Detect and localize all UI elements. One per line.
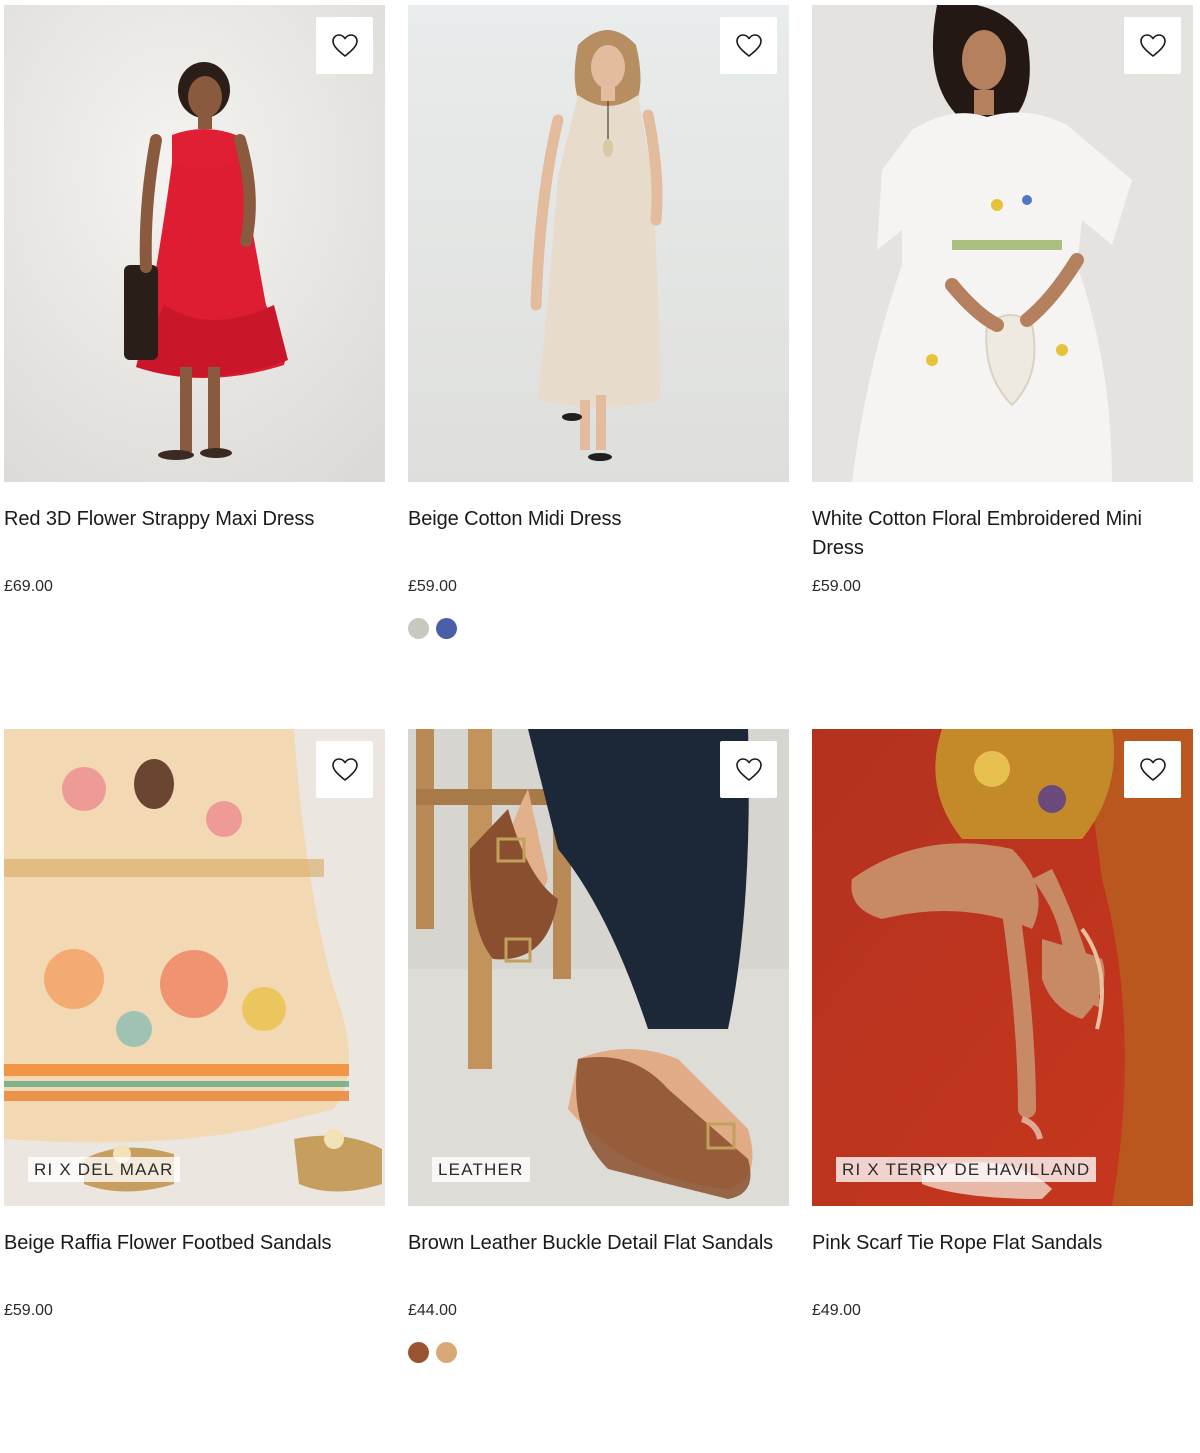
- product-title[interactable]: Beige Cotton Midi Dress: [408, 505, 789, 563]
- color-swatches: [4, 1342, 385, 1363]
- wishlist-button[interactable]: [1124, 17, 1181, 74]
- product-image[interactable]: [4, 5, 385, 482]
- color-swatches: [812, 1342, 1193, 1363]
- heart-icon: [735, 757, 762, 781]
- product-price: £69.00: [4, 578, 53, 595]
- heart-icon: [735, 33, 762, 57]
- color-swatch[interactable]: [408, 618, 429, 639]
- color-swatches: [408, 1342, 789, 1363]
- color-swatches: [408, 618, 789, 639]
- product-image[interactable]: LEATHER: [408, 729, 789, 1206]
- wishlist-button[interactable]: [316, 17, 373, 74]
- product-card[interactable]: Beige Cotton Midi Dress £59.00: [408, 5, 789, 729]
- product-badge: RI X DEL MAAR: [28, 1157, 180, 1182]
- product-title[interactable]: Pink Scarf Tie Rope Flat Sandals: [812, 1229, 1193, 1287]
- raffia-sandals-photo: [4, 729, 385, 1206]
- scarf-sandals-photo: [812, 729, 1193, 1206]
- beige-dress-photo: [408, 5, 789, 482]
- product-badge: RI X TERRY DE HAVILLAND: [836, 1157, 1097, 1182]
- product-image[interactable]: [408, 5, 789, 482]
- product-image[interactable]: RI X DEL MAAR: [4, 729, 385, 1206]
- product-price: £49.00: [812, 1302, 861, 1319]
- wishlist-button[interactable]: [316, 741, 373, 798]
- product-price: £44.00: [408, 1302, 457, 1319]
- red-dress-photo: [4, 5, 385, 482]
- product-title[interactable]: Brown Leather Buckle Detail Flat Sandals: [408, 1229, 789, 1287]
- color-swatch[interactable]: [408, 1342, 429, 1363]
- product-card[interactable]: Red 3D Flower Strappy Maxi Dress £69.00: [4, 5, 385, 729]
- product-price: £59.00: [4, 1302, 53, 1319]
- color-swatch[interactable]: [436, 618, 457, 639]
- product-badge: LEATHER: [432, 1157, 530, 1182]
- product-price: £59.00: [408, 578, 457, 595]
- wishlist-button[interactable]: [720, 17, 777, 74]
- wishlist-button[interactable]: [720, 741, 777, 798]
- product-grid: Red 3D Flower Strappy Maxi Dress £69.00: [4, 5, 1193, 1453]
- product-card[interactable]: White Cotton Floral Embroidered Mini Dre…: [812, 5, 1193, 729]
- product-image[interactable]: RI X TERRY DE HAVILLAND: [812, 729, 1193, 1206]
- wishlist-button[interactable]: [1124, 741, 1181, 798]
- product-card[interactable]: RI X DEL MAAR Beige Raffia Flower Footbe…: [4, 729, 385, 1453]
- product-title[interactable]: Red 3D Flower Strappy Maxi Dress: [4, 505, 385, 563]
- white-dress-photo: [812, 5, 1193, 482]
- color-swatches: [4, 618, 385, 639]
- product-title[interactable]: Beige Raffia Flower Footbed Sandals: [4, 1229, 385, 1287]
- heart-icon: [331, 757, 358, 781]
- product-title[interactable]: White Cotton Floral Embroidered Mini Dre…: [812, 505, 1193, 563]
- product-image[interactable]: [812, 5, 1193, 482]
- product-card[interactable]: RI X TERRY DE HAVILLAND Pink Scarf Tie R…: [812, 729, 1193, 1453]
- heart-icon: [1139, 757, 1166, 781]
- leather-sandals-photo: [408, 729, 789, 1206]
- product-card[interactable]: LEATHER Brown Leather Buckle Detail Flat…: [408, 729, 789, 1453]
- heart-icon: [331, 33, 358, 57]
- heart-icon: [1139, 33, 1166, 57]
- product-price: £59.00: [812, 578, 861, 595]
- color-swatch[interactable]: [436, 1342, 457, 1363]
- color-swatches: [812, 618, 1193, 639]
